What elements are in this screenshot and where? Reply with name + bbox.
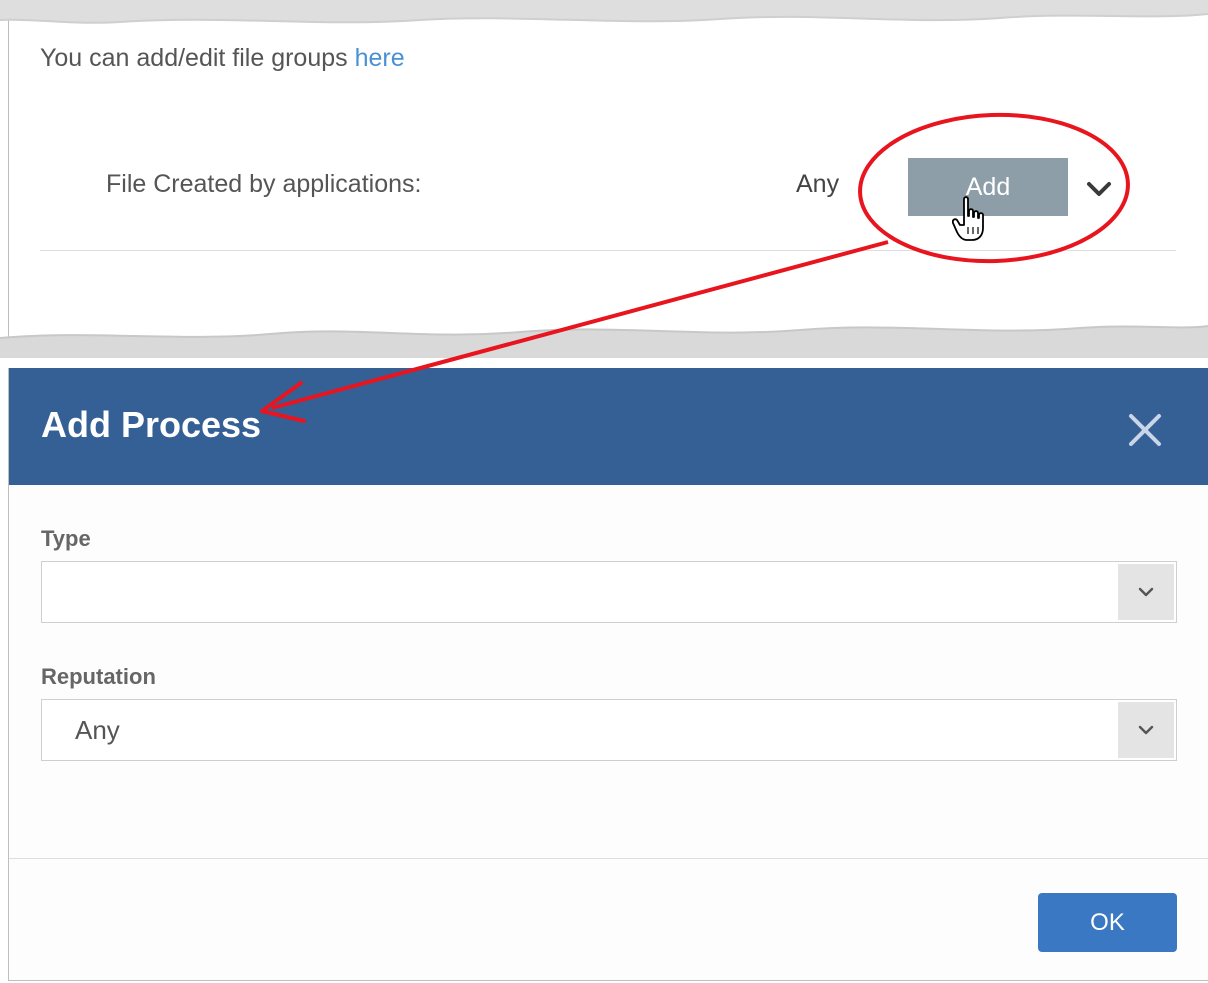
reputation-select-arrow[interactable]: [1118, 702, 1174, 758]
here-link[interactable]: here: [355, 44, 405, 72]
chevron-down-icon: [1138, 725, 1154, 735]
type-label: Type: [41, 526, 91, 551]
snippet-divider: [40, 250, 1176, 251]
reputation-select-value: Any: [75, 715, 120, 745]
file-created-value: Any: [796, 170, 840, 198]
hand-pointer-icon: [952, 196, 984, 241]
info-text: You can add/edit file groups: [40, 44, 355, 72]
reputation-label: Reputation: [41, 664, 156, 689]
add-process-dialog: Add Process Type Reputation Any OK: [8, 368, 1208, 981]
dialog-title: Add Process: [41, 404, 262, 445]
dialog-header: Add Process: [9, 368, 1208, 485]
reputation-select[interactable]: Any: [41, 699, 1177, 761]
file-groups-snippet: You can add/edit file groups here File C…: [0, 0, 1208, 358]
dialog-footer-divider: [9, 858, 1208, 859]
chevron-down-icon: [1138, 587, 1154, 597]
file-groups-info: You can add/edit file groups here: [40, 44, 405, 73]
chevron-down-icon[interactable]: [1086, 178, 1112, 200]
ok-button-label: OK: [1090, 908, 1125, 936]
close-icon[interactable]: [1127, 412, 1163, 448]
file-created-label: File Created by applications:: [106, 170, 422, 198]
ok-button[interactable]: OK: [1038, 893, 1177, 952]
type-select[interactable]: [41, 561, 1177, 623]
type-select-arrow[interactable]: [1118, 564, 1174, 620]
